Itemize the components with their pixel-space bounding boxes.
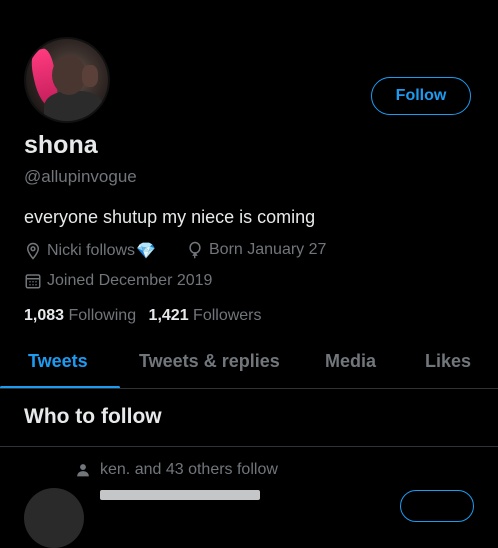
avatar-face — [52, 55, 86, 95]
social-context: ken. and 43 others follow — [76, 461, 278, 479]
tab-tweets-replies[interactable]: Tweets & replies — [139, 351, 280, 372]
follow-counts: 1,083 Following 1,421 Followers — [24, 307, 262, 325]
profile-name: shona — [24, 131, 98, 159]
tabs-divider — [0, 388, 498, 389]
who-to-follow-heading: Who to follow — [24, 405, 162, 428]
profile-avatar[interactable] — [24, 37, 110, 123]
suggestion-name[interactable] — [100, 490, 260, 500]
location-icon — [26, 242, 40, 260]
profile-bio: everyone shutup my niece is coming — [24, 207, 316, 227]
followers-link[interactable]: 1,421 Followers — [149, 307, 262, 324]
profile-joined: Joined December 2019 — [24, 272, 212, 290]
person-icon — [77, 464, 89, 477]
profile-birthday: Born January 27 — [186, 241, 326, 259]
suggestion-avatar[interactable] — [24, 488, 84, 548]
location-emoji: 💎 — [136, 243, 156, 260]
following-label: Following — [68, 307, 137, 324]
location-text: Nicki follows — [47, 242, 136, 259]
birthday-text: Born January 27 — [209, 241, 327, 258]
tab-media[interactable]: Media — [325, 351, 376, 372]
social-context-text: ken. and 43 others follow — [100, 461, 278, 478]
profile-handle: @allupinvogue — [24, 167, 137, 186]
followers-count: 1,421 — [148, 307, 189, 324]
tab-tweets[interactable]: Tweets — [28, 351, 88, 372]
followers-label: Followers — [193, 307, 262, 324]
balloon-icon — [189, 241, 201, 259]
suggestion-follow-button[interactable] — [400, 490, 474, 522]
following-link[interactable]: 1,083 Following — [24, 307, 141, 324]
profile-location: Nicki follows 💎 — [24, 241, 156, 261]
following-count: 1,083 — [24, 307, 65, 324]
avatar-body — [44, 91, 104, 121]
calendar-icon — [25, 274, 41, 289]
section-divider — [0, 446, 498, 447]
tab-likes[interactable]: Likes — [425, 351, 471, 372]
follow-button[interactable]: Follow — [371, 77, 471, 115]
joined-text: Joined December 2019 — [47, 272, 213, 289]
avatar-hand — [82, 65, 98, 87]
